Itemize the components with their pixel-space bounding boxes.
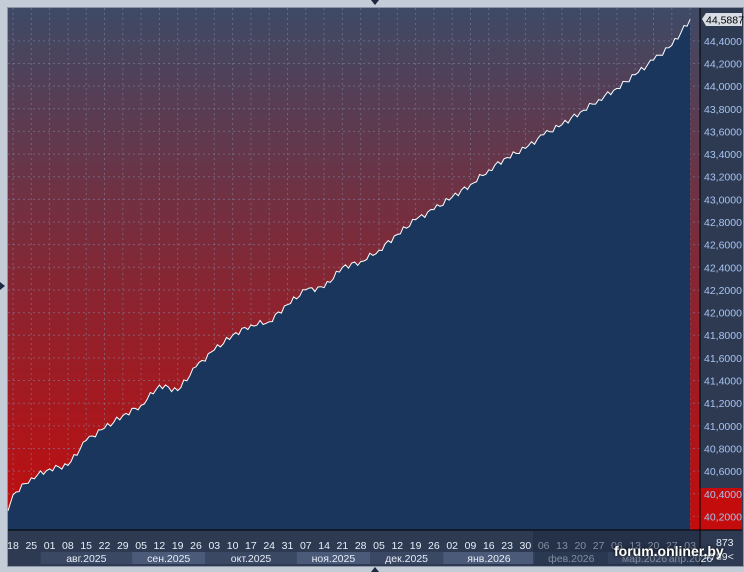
watermark: forum.onliner.by (614, 543, 724, 559)
y-tick-label: 41,2000 (704, 398, 742, 410)
x-tick-label: 19 (410, 540, 422, 552)
x-tick-label: 02 (446, 540, 458, 552)
y-tick-label: 44,4000 (704, 36, 742, 48)
x-tick-label: 12 (154, 540, 166, 552)
y-tick-label: 40,6000 (704, 466, 742, 478)
x-tick-label: 14 (318, 540, 330, 552)
y-tick-label: 42,0000 (704, 308, 742, 320)
left-scroll-arrow-icon[interactable] (0, 282, 5, 290)
y-tick-label: 43,2000 (704, 172, 742, 184)
x-tick-label: 17 (245, 540, 257, 552)
y-tick-label: 42,2000 (704, 285, 742, 297)
month-label: янв.2026 (467, 553, 510, 565)
x-tick-label: 30 (520, 540, 532, 552)
x-tick-label: 15 (80, 540, 92, 552)
month-label: дек.2025 (385, 553, 428, 565)
x-tick-label: 21 (337, 540, 349, 552)
x-tick-label: 12 (391, 540, 403, 552)
y-tick-label: 44,0000 (704, 81, 742, 93)
x-tick-label: 26 (190, 540, 202, 552)
top-scroll-arrow-icon[interactable] (371, 0, 379, 5)
y-tick-label: 41,8000 (704, 330, 742, 342)
x-tick-label: 24 (263, 540, 275, 552)
x-tick-label: 05 (135, 540, 147, 552)
x-tick-label: 03 (208, 540, 220, 552)
month-label: ноя.2025 (312, 553, 356, 565)
bottom-scroll-arrow-icon[interactable] (371, 567, 379, 572)
y-tick-label: 43,0000 (704, 194, 742, 206)
x-tick-label: 05 (373, 540, 385, 552)
x-tick-label: 09 (465, 540, 477, 552)
y-tick-label: 41,0000 (704, 421, 742, 433)
y-tick-label: 41,4000 (704, 376, 742, 388)
x-tick-label: 10 (227, 540, 239, 552)
y-tick-label: 40,4000 (704, 489, 742, 501)
x-tick-label: 07 (300, 540, 312, 552)
x-tick-label: 31 (282, 540, 294, 552)
y-tick-label: 43,4000 (704, 149, 742, 161)
x-tick-label: 01 (44, 540, 56, 552)
x-tick-label: 22 (99, 540, 111, 552)
y-tick-label: 44,2000 (704, 58, 742, 70)
y-tick-label: 43,8000 (704, 104, 742, 116)
x-tick-label: 18 (7, 540, 19, 552)
y-tick-label: 43,6000 (704, 126, 742, 138)
x-tick-label: 08 (62, 540, 74, 552)
month-label: сен.2025 (147, 553, 190, 565)
month-label: окт.2025 (231, 553, 272, 565)
last-value-label: 44,5887 (702, 13, 744, 27)
y-tick-label: 40,2000 (704, 511, 742, 523)
exchange-rate-chart: 40,2000 40,4000 40,6000 40,8000 41,0000 41,20… (0, 0, 744, 572)
last-value-text: 44,5887 (706, 15, 744, 27)
x-tick-label: 28 (355, 540, 367, 552)
x-tick-label: 25 (25, 540, 37, 552)
y-tick-label: 42,6000 (704, 240, 742, 252)
y-tick-label: 41,6000 (704, 353, 742, 365)
month-label: авг.2025 (66, 553, 106, 565)
x-tick-label: 23 (501, 540, 513, 552)
y-tick-label: 42,8000 (704, 217, 742, 229)
y-tick-label: 42,4000 (704, 262, 742, 274)
x-tick-label: 26 (428, 540, 440, 552)
x-tick-label: 19 (172, 540, 184, 552)
y-tick-label: 40,8000 (704, 443, 742, 455)
x-tick-label: 29 (117, 540, 129, 552)
x-tick-label: 16 (483, 540, 495, 552)
